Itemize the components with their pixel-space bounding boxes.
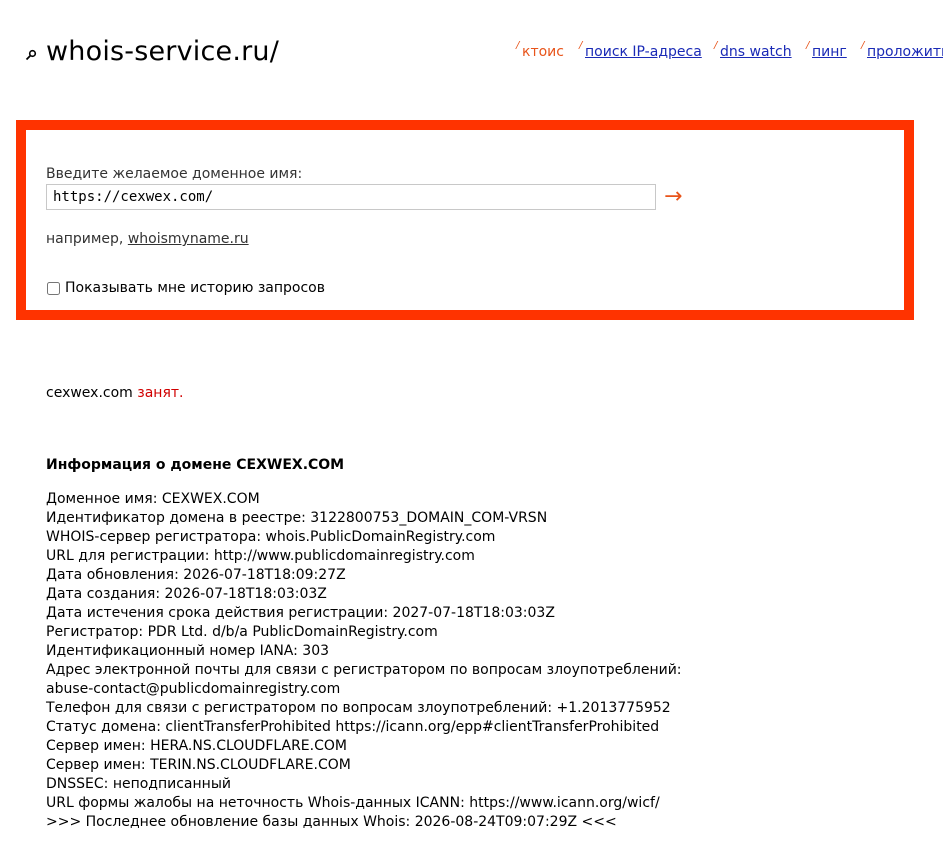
info-line: Идентификатор домена в реестре: 31228007… (46, 510, 548, 526)
info-line: Дата истечения срока действия регистраци… (46, 605, 555, 621)
history-label: Показывать мне историю запросов (65, 280, 325, 296)
info-line: Дата обновления: 2026-07-18T18:09:27Z (46, 567, 346, 583)
history-checkbox[interactable] (47, 281, 60, 295)
history-toggle[interactable]: Показывать мне историю запросов (46, 280, 325, 296)
search-prompt: Введите желаемое доменное имя: (46, 166, 303, 182)
info-line: Телефон для связи с регистратором по воп… (46, 700, 671, 716)
example-link[interactable]: whoismyname.ru (128, 231, 249, 247)
result-status: cexwex.com занят. (46, 385, 183, 401)
info-line: URL для регистрации: http://www.publicdo… (46, 548, 475, 564)
nav-item-ip-search[interactable]: / поиск IP-адреса (579, 40, 702, 60)
arrow-right-icon[interactable]: → (664, 184, 682, 210)
info-line: URL формы жалобы на неточность Whois-дан… (46, 795, 660, 811)
nav-item-dns-watch[interactable]: / dns watch (714, 40, 792, 60)
nav-tick: / (579, 40, 583, 51)
info-line: Доменное имя: CEXWEX.COM (46, 491, 260, 507)
nav-item-label[interactable]: поиск IP-адреса (585, 44, 702, 60)
site-header: whois-service.ru/ / ктоис / поиск IP-адр… (0, 0, 943, 100)
nav-item-ktois[interactable]: / ктоис (516, 40, 564, 60)
domain-input[interactable] (46, 184, 656, 210)
example-prefix: например, (46, 231, 128, 247)
info-line: Сервер имен: HERA.NS.CLOUDFLARE.COM (46, 738, 347, 754)
info-line: Статус домена: clientTransferProhibited … (46, 719, 660, 735)
info-line: Дата создания: 2026-07-18T18:03:03Z (46, 586, 327, 602)
site-logo[interactable]: whois-service.ru/ (46, 32, 279, 72)
nav-item-ping[interactable]: / пинг (806, 40, 847, 60)
nav-tick: / (516, 40, 520, 51)
info-line: Идентификационный номер IANA: 303 (46, 643, 330, 659)
nav-item-route[interactable]: / проложить (861, 40, 943, 60)
nav-tick: / (806, 40, 810, 51)
search-icon (25, 46, 37, 61)
info-line: >>> Последнее обновление базы данных Who… (46, 814, 617, 830)
nav-item-label[interactable]: пинг (812, 44, 847, 60)
whois-info: Доменное имя: CEXWEX.COM Идентификатор д… (46, 490, 682, 832)
info-line: DNSSEC: неподписанный (46, 776, 231, 792)
search-panel: Введите желаемое доменное имя: → наприме… (16, 120, 914, 320)
status-badge: занят. (137, 385, 184, 401)
info-title: Информация о домене CEXWEX.COM (46, 457, 345, 473)
nav-tick: / (861, 40, 865, 51)
nav-item-label[interactable]: проложить (867, 44, 943, 60)
nav-item-label[interactable]: ктоис (522, 44, 564, 60)
info-line: Адрес электронной почты для связи с реги… (46, 662, 682, 678)
info-line: abuse-contact@publicdomainregistry.com (46, 681, 341, 697)
result-domain: cexwex.com (46, 385, 133, 401)
info-line: Регистратор: PDR Ltd. d/b/a PublicDomain… (46, 624, 438, 640)
nav-tick: / (714, 40, 718, 51)
example-hint: например, whoismyname.ru (46, 231, 249, 247)
nav-item-label[interactable]: dns watch (720, 44, 792, 60)
info-line: WHOIS-сервер регистратора: whois.PublicD… (46, 529, 496, 545)
info-line: Сервер имен: TERIN.NS.CLOUDFLARE.COM (46, 757, 351, 773)
